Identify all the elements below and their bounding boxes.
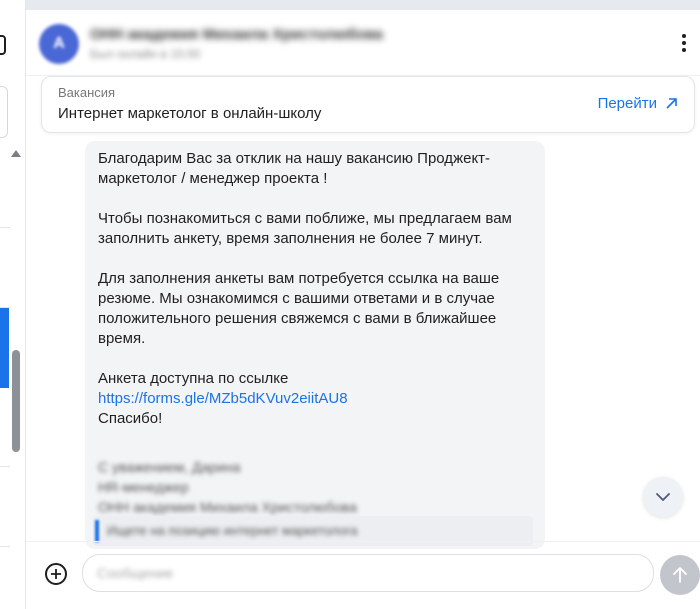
chat-name[interactable]: ОНН академия Михаила Христолюбова (90, 26, 383, 43)
app-icon[interactable] (0, 35, 6, 55)
arrow-up-right-icon (666, 98, 677, 109)
message-bubble: Благодарим Вас за отклик на нашу ваканси… (85, 141, 545, 549)
sidebar (0, 0, 26, 609)
divider (0, 546, 10, 547)
divider (0, 466, 10, 467)
vacancy-title: Интернет маркетолог в онлайн-школу (58, 105, 322, 122)
scroll-down-button[interactable] (643, 477, 683, 517)
message-paragraph: Благодарим Вас за отклик на нашу ваканси… (98, 150, 491, 187)
more-options-icon[interactable] (676, 34, 692, 56)
message-text: Благодарим Вас за отклик на нашу ваканси… (98, 149, 538, 429)
signature-line: С уважением, Дарина (98, 459, 241, 475)
send-button[interactable] (660, 555, 700, 595)
thanks-text: Спасибо! (98, 410, 163, 427)
signature-line: HR-менеджер (98, 479, 189, 495)
open-vacancy-label: Перейти (597, 95, 657, 112)
chat-panel: А ОНН академия Михаила Христолюбова Был … (26, 10, 700, 609)
sidebar-panel[interactable] (0, 86, 8, 138)
divider (26, 541, 700, 542)
message-paragraph: Чтобы познакомиться с вами поближе, мы п… (98, 210, 512, 247)
quote-bar (95, 520, 99, 542)
avatar-initial: А (53, 35, 65, 52)
arrow-up-icon (673, 567, 687, 583)
open-vacancy-button[interactable]: Перейти (598, 95, 678, 112)
sidebar-active-indicator[interactable] (0, 308, 9, 388)
chat-header: А ОНН академия Михаила Христолюбова Был … (26, 10, 700, 76)
signature: С уважением, Дарина HR-менеджер ОНН акад… (98, 457, 357, 517)
vacancy-label: Вакансия (58, 85, 116, 100)
divider (0, 227, 10, 228)
link-intro: Анкета доступна по ссылке (98, 370, 289, 387)
message-paragraph: Для заполнения анкеты вам потребуется сс… (98, 270, 500, 347)
quote-text: Ищете на позицию интернет маркетолога (107, 523, 358, 538)
form-link[interactable]: https://forms.gle/MZb5dKVuv2eiitAU8 (98, 390, 348, 407)
chevron-down-icon (656, 493, 670, 501)
attach-plus-icon[interactable] (45, 563, 67, 585)
message-placeholder: Сообщение (97, 565, 174, 581)
scroll-up-arrow-icon[interactable] (11, 150, 21, 157)
vacancy-card: Вакансия Интернет маркетолог в онлайн-шк… (41, 76, 695, 133)
signature-line: ОНН академия Михаила Христолюбова (98, 499, 357, 515)
message-input[interactable]: Сообщение (82, 554, 654, 592)
scrollbar-thumb[interactable] (12, 350, 20, 452)
chat-status: Был онлайн в 15:00 (90, 47, 201, 61)
